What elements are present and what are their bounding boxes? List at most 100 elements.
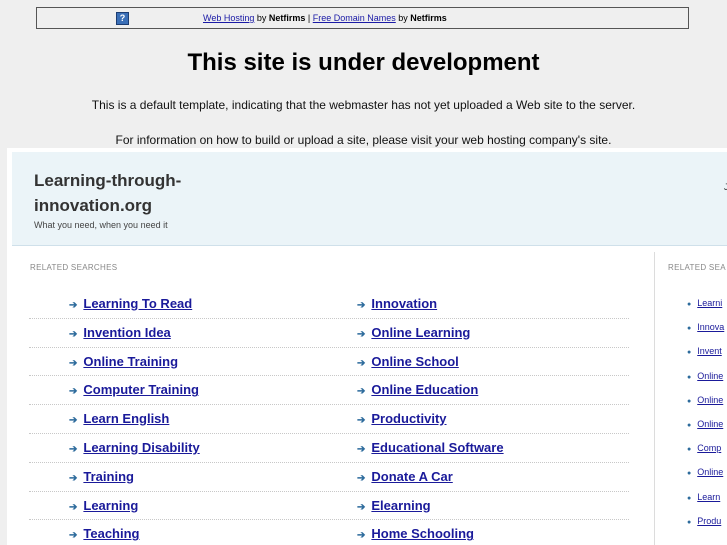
free-domain-names-link[interactable]: Free Domain Names xyxy=(313,13,396,23)
table-row: ➔ Learn English ➔ Productivity xyxy=(29,405,629,434)
search-link-item[interactable]: ➔ Learning xyxy=(69,498,138,513)
list-item[interactable]: ● Produ xyxy=(687,516,724,540)
search-link-item[interactable]: ➔ Donate A Car xyxy=(357,469,453,484)
bullet-icon: ● xyxy=(687,397,692,405)
arrow-right-icon: ➔ xyxy=(69,328,78,340)
search-link-item[interactable]: ➔ Innovation xyxy=(357,296,437,311)
netfirms-brand-1: Netfirms xyxy=(268,13,306,23)
list-item[interactable]: ● Online xyxy=(687,467,724,491)
side-search-link[interactable]: Invent xyxy=(697,346,722,356)
search-link[interactable]: Training xyxy=(83,469,134,484)
search-link[interactable]: Teaching xyxy=(83,526,139,541)
search-link[interactable]: Online Training xyxy=(83,354,178,369)
table-row: ➔ Training ➔ Donate A Car xyxy=(29,463,629,492)
arrow-right-icon: ➔ xyxy=(69,443,78,455)
search-link-item[interactable]: ➔ Online School xyxy=(357,354,459,369)
bullet-icon: ● xyxy=(687,421,692,429)
side-search-link[interactable]: Online xyxy=(697,371,723,381)
arrow-right-icon: ➔ xyxy=(357,530,366,542)
arrow-right-icon: ➔ xyxy=(357,357,366,369)
search-link-item[interactable]: ➔ Learning To Read xyxy=(69,296,192,311)
arrow-right-icon: ➔ xyxy=(357,472,366,484)
arrow-right-icon: ➔ xyxy=(357,328,366,340)
search-link[interactable]: Learn English xyxy=(83,411,169,426)
top-banner: ? Web Hosting by Netfirms | Free Domain … xyxy=(36,7,689,29)
search-link[interactable]: Learning To Read xyxy=(83,296,192,311)
side-related-list: ● Learni ● Innova ● Invent ● Online ● Online ● Onli… xyxy=(687,298,724,540)
search-link[interactable]: Elearning xyxy=(371,498,430,513)
search-link[interactable]: Invention Idea xyxy=(83,325,170,340)
search-link-item[interactable]: ➔ Teaching xyxy=(69,526,140,541)
side-search-link[interactable]: Online xyxy=(697,419,723,429)
bullet-icon: ● xyxy=(687,494,692,502)
side-search-link[interactable]: Innova xyxy=(697,322,724,332)
search-link-item[interactable]: ➔ Training xyxy=(69,469,134,484)
side-search-link[interactable]: Online xyxy=(697,467,723,477)
related-searches-label: RELATED SEARCHES xyxy=(30,263,118,272)
search-link-item[interactable]: ➔ Computer Training xyxy=(69,382,199,397)
list-item[interactable]: ● Online xyxy=(687,419,724,443)
search-link-item[interactable]: ➔ Online Education xyxy=(357,382,478,397)
search-link-item[interactable]: ➔ Learn English xyxy=(69,411,169,426)
netfirms-brand-2: Netfirms xyxy=(410,13,447,23)
search-link-item[interactable]: ➔ Elearning xyxy=(357,498,431,513)
search-link[interactable]: Educational Software xyxy=(371,440,503,455)
arrow-right-icon: ➔ xyxy=(69,472,78,484)
list-item[interactable]: ● Online xyxy=(687,371,724,395)
bullet-icon: ● xyxy=(687,470,692,478)
list-item[interactable]: ● Invent xyxy=(687,346,724,370)
bullet-icon: ● xyxy=(687,349,692,357)
arrow-right-icon: ➔ xyxy=(357,501,366,513)
search-link[interactable]: Computer Training xyxy=(83,382,199,397)
bullet-icon: ● xyxy=(687,373,692,381)
arrow-right-icon: ➔ xyxy=(357,443,366,455)
search-link[interactable]: Home Schooling xyxy=(371,526,474,541)
bullet-icon: ● xyxy=(687,325,692,333)
site-header: Learning-through-innovation.org What you… xyxy=(12,152,727,246)
table-row: ➔ Learning ➔ Elearning xyxy=(29,492,629,521)
search-link-item[interactable]: ➔ Learning Disability xyxy=(69,440,200,455)
separator: | xyxy=(305,13,313,23)
arrow-right-icon: ➔ xyxy=(357,300,366,311)
side-search-link[interactable]: Produ xyxy=(697,516,721,526)
search-link[interactable]: Donate A Car xyxy=(371,469,452,484)
side-search-link[interactable]: Comp xyxy=(697,443,721,453)
search-link[interactable]: Learning xyxy=(83,498,138,513)
page-heading: This site is under development xyxy=(187,49,540,76)
web-hosting-link[interactable]: Web Hosting xyxy=(203,13,254,23)
search-link-item[interactable]: ➔ Online Training xyxy=(69,354,178,369)
list-item[interactable]: ● Learn xyxy=(687,492,724,516)
list-item[interactable]: ● Comp xyxy=(687,443,724,467)
arrow-right-icon: ➔ xyxy=(69,300,78,311)
arrow-right-icon: ➔ xyxy=(69,415,78,427)
arrow-right-icon: ➔ xyxy=(69,501,78,513)
table-row: ➔ Invention Idea ➔ Online Learning xyxy=(29,319,629,348)
search-link-item[interactable]: ➔ Invention Idea xyxy=(69,325,171,340)
search-link[interactable]: Online Education xyxy=(371,382,478,397)
bullet-icon: ● xyxy=(687,518,692,526)
search-link-item[interactable]: ➔ Online Learning xyxy=(357,325,470,340)
list-item[interactable]: ● Innova xyxy=(687,322,724,346)
list-item[interactable]: ● Online xyxy=(687,395,724,419)
search-link-item[interactable]: ➔ Productivity xyxy=(357,411,447,426)
search-link-item[interactable]: ➔ Educational Software xyxy=(357,440,504,455)
side-search-link[interactable]: Learn xyxy=(697,492,720,502)
related-searches-label-right: RELATED SEA xyxy=(668,263,726,272)
site-title[interactable]: Learning-through-innovation.org xyxy=(34,168,224,218)
search-link[interactable]: Productivity xyxy=(371,411,446,426)
search-link[interactable]: Learning Disability xyxy=(83,440,199,455)
arrow-right-icon: ➔ xyxy=(69,357,78,369)
table-row: ➔ Learning Disability ➔ Educational Softwar… xyxy=(29,434,629,463)
search-link-item[interactable]: ➔ Home Schooling xyxy=(357,526,474,541)
search-link[interactable]: Online School xyxy=(371,354,458,369)
arrow-right-icon: ➔ xyxy=(357,415,366,427)
list-item[interactable]: ● Learni xyxy=(687,298,724,322)
search-link[interactable]: Online Learning xyxy=(371,325,470,340)
site-tagline: What you need, when you need it xyxy=(34,220,168,230)
search-link[interactable]: Innovation xyxy=(371,296,437,311)
side-search-link[interactable]: Online xyxy=(697,395,723,405)
side-search-link[interactable]: Learni xyxy=(697,298,722,308)
arrow-right-icon: ➔ xyxy=(69,530,78,542)
question-icon[interactable]: ? xyxy=(116,12,129,25)
bullet-icon: ● xyxy=(687,301,692,308)
